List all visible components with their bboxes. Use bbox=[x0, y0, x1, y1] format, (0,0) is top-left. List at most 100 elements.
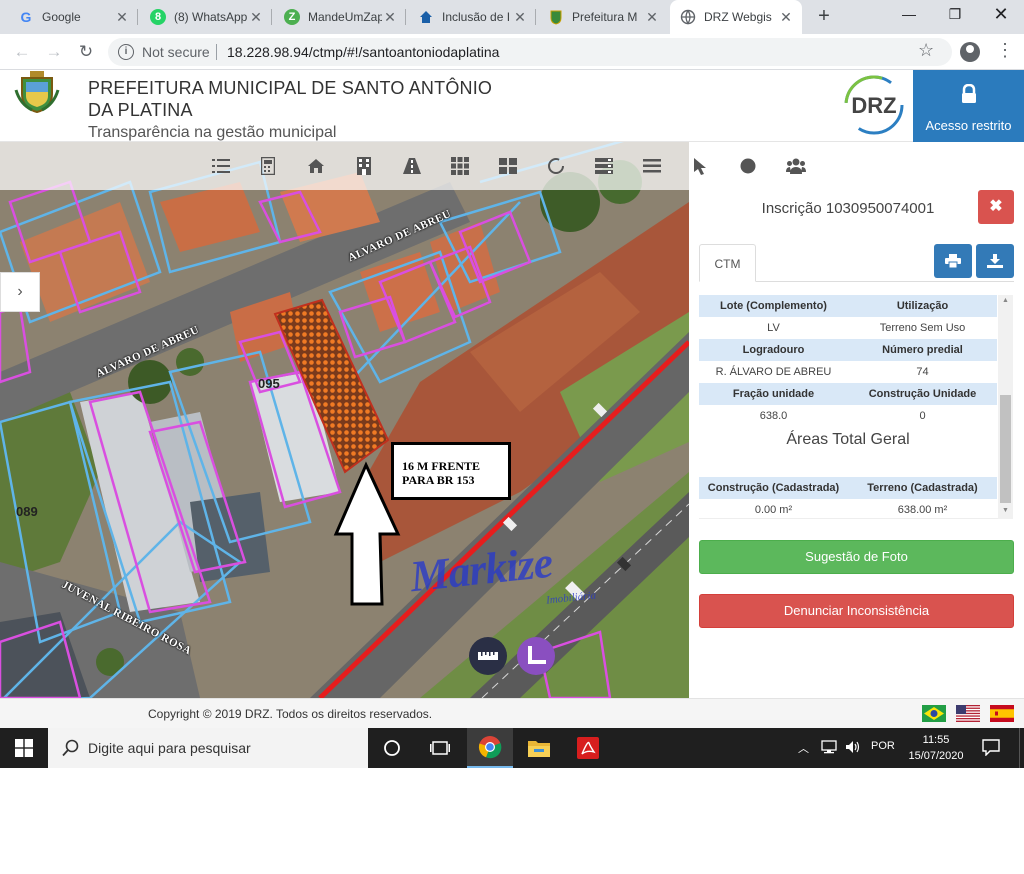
circle-loading-icon[interactable] bbox=[545, 155, 567, 177]
table-header-row: Construção (Cadastrada) Terreno (Cadastr… bbox=[699, 477, 997, 499]
spain-flag-icon[interactable] bbox=[990, 705, 1014, 722]
close-icon[interactable]: ✕ bbox=[512, 9, 528, 26]
reload-button[interactable]: ↻ bbox=[74, 40, 98, 64]
area-ruler-icon bbox=[528, 646, 546, 664]
new-tab-button[interactable]: + bbox=[812, 5, 836, 29]
taskbar-file-explorer[interactable] bbox=[516, 728, 562, 768]
minimize-button[interactable]: — bbox=[886, 0, 932, 30]
forward-button[interactable]: → bbox=[42, 40, 66, 64]
chrome-icon bbox=[478, 736, 502, 759]
cortana-button[interactable] bbox=[369, 728, 415, 768]
tab-ctm[interactable]: CTM bbox=[699, 244, 756, 282]
close-icon[interactable]: ✕ bbox=[644, 9, 660, 26]
globe-icon bbox=[680, 9, 696, 25]
property-details-table[interactable]: Lote (Complemento) Utilização LV Terreno… bbox=[699, 295, 1013, 519]
taskbar-clock[interactable]: 11:55 15/07/2020 bbox=[900, 732, 972, 764]
menu-icon[interactable] bbox=[641, 155, 663, 177]
taskbar-search[interactable]: Digite aqui para pesquisar bbox=[48, 728, 368, 768]
measure-area-button[interactable] bbox=[517, 637, 555, 675]
tab-label: DRZ Webgis bbox=[704, 10, 772, 24]
frontage-annotation: 16 M FRENTE PARA BR 153 bbox=[391, 442, 511, 500]
browser-menu-icon[interactable]: ⋮ bbox=[996, 40, 1014, 61]
tab-label: Google bbox=[42, 10, 81, 24]
url-text[interactable]: 18.228.98.94/ctmp/#!/santoantoniodaplati… bbox=[227, 44, 499, 60]
grid-icon[interactable] bbox=[449, 155, 471, 177]
maximize-button[interactable]: ❐ bbox=[932, 0, 978, 30]
tab-prefeitura[interactable]: Prefeitura M ✕ bbox=[538, 0, 668, 34]
annotation-line: PARA BR 153 bbox=[402, 473, 475, 487]
suggest-photo-button[interactable]: Sugestão de Foto bbox=[699, 540, 1014, 574]
close-icon[interactable]: ✕ bbox=[778, 9, 794, 26]
close-icon[interactable]: ✕ bbox=[248, 9, 264, 26]
restricted-access-label: Acesso restrito bbox=[925, 118, 1012, 133]
taskbar-pdf-reader[interactable] bbox=[565, 728, 611, 768]
chevron-up-icon[interactable]: ︿ bbox=[798, 740, 809, 756]
report-inconsistency-button[interactable]: Denunciar Inconsistência bbox=[699, 594, 1014, 628]
download-icon bbox=[987, 254, 1003, 268]
close-icon[interactable]: ✕ bbox=[114, 9, 130, 26]
measure-distance-button[interactable] bbox=[469, 637, 507, 675]
close-icon: ✖ bbox=[989, 198, 1003, 215]
building-icon[interactable] bbox=[353, 155, 375, 177]
close-panel-button[interactable]: ✖ bbox=[978, 190, 1014, 224]
task-view-button[interactable] bbox=[417, 728, 463, 768]
google-icon: G bbox=[20, 9, 32, 25]
tab-inclusao[interactable]: Inclusão de I ✕ bbox=[408, 0, 536, 34]
address-bar[interactable]: i Not secure 18.228.98.94/ctmp/#!/santoa… bbox=[108, 38, 952, 66]
close-window-button[interactable]: ✕ bbox=[978, 0, 1024, 30]
users-icon[interactable] bbox=[785, 155, 807, 177]
usa-flag-icon[interactable] bbox=[956, 705, 980, 722]
volume-icon[interactable] bbox=[845, 740, 861, 757]
brazil-flag-icon[interactable] bbox=[922, 705, 946, 722]
clock-date: 15/07/2020 bbox=[908, 750, 964, 762]
browser-toolbar: ← → ↻ i Not secure 18.228.98.94/ctmp/#!/… bbox=[0, 34, 1024, 70]
property-info-panel: Inscrição 1030950074001 ✖ CTM Lote (Comp… bbox=[689, 190, 1024, 698]
tab-label: Inclusão de I bbox=[442, 10, 511, 24]
tab-drz-webgis[interactable]: DRZ Webgis ✕ bbox=[670, 0, 802, 34]
tab-mandeumzap[interactable]: Z MandeUmZap ✕ bbox=[274, 0, 406, 34]
print-button[interactable] bbox=[934, 244, 972, 278]
restricted-access-button[interactable]: Acesso restrito bbox=[913, 70, 1024, 142]
road-icon[interactable] bbox=[401, 155, 423, 177]
aerial-map bbox=[0, 142, 689, 698]
print-icon bbox=[945, 254, 961, 268]
windows-taskbar: Digite aqui para pesquisar ︿ POR 11:55 1… bbox=[0, 728, 1024, 768]
table-header-row: Lote (Complemento) Utilização bbox=[699, 295, 997, 317]
large-grid-icon[interactable] bbox=[497, 155, 519, 177]
dot-icon[interactable] bbox=[737, 155, 759, 177]
lock-icon bbox=[962, 84, 976, 103]
taskbar-chrome[interactable] bbox=[467, 728, 513, 768]
network-icon[interactable] bbox=[821, 740, 837, 757]
folder-icon bbox=[528, 741, 550, 757]
bookmark-star-icon[interactable]: ☆ bbox=[918, 40, 934, 61]
input-language[interactable]: POR bbox=[871, 740, 895, 752]
home-icon[interactable] bbox=[305, 155, 327, 177]
calculator-icon[interactable] bbox=[257, 155, 279, 177]
show-desktop-button[interactable] bbox=[1019, 728, 1024, 768]
profile-icon[interactable] bbox=[960, 42, 980, 62]
start-button[interactable] bbox=[0, 728, 48, 768]
scroll-down-icon[interactable]: ▼ bbox=[998, 507, 1013, 514]
list-icon[interactable] bbox=[210, 155, 232, 177]
tab-whatsapp[interactable]: 8 (8) WhatsApp ✕ bbox=[140, 0, 272, 34]
tab-label: Prefeitura M bbox=[572, 10, 638, 24]
home-icon bbox=[418, 9, 434, 25]
map-view[interactable]: 095 089 ALVARO DE ABREU ALVARO DE ABREU … bbox=[0, 142, 689, 698]
scroll-up-icon[interactable]: ▲ bbox=[998, 297, 1013, 304]
notifications-icon[interactable] bbox=[982, 738, 1000, 759]
table-scrollbar[interactable]: ▲ ▼ bbox=[998, 295, 1013, 519]
drz-logo-text: DRZ bbox=[851, 93, 896, 118]
browser-tabstrip: G Google ✕ 8 (8) WhatsApp ✕ Z MandeUmZap… bbox=[0, 0, 1024, 34]
tab-google[interactable]: G Google ✕ bbox=[8, 0, 138, 34]
server-icon[interactable] bbox=[593, 155, 615, 177]
tab-label: (8) WhatsApp bbox=[174, 10, 248, 24]
sidebar-toggle-button[interactable]: › bbox=[0, 272, 40, 312]
info-icon[interactable]: i bbox=[118, 44, 134, 60]
table-header-row: Fração unidade Construção Unidade bbox=[699, 383, 997, 405]
close-icon[interactable]: ✕ bbox=[382, 9, 398, 26]
cursor-pointer-icon[interactable] bbox=[689, 155, 711, 177]
back-button[interactable]: ← bbox=[10, 40, 34, 64]
table-row: 0.00 m² 638.00 m² bbox=[699, 499, 997, 518]
page-footer: Copyright © 2019 DRZ. Todos os direitos … bbox=[0, 698, 1024, 728]
download-button[interactable] bbox=[976, 244, 1014, 278]
